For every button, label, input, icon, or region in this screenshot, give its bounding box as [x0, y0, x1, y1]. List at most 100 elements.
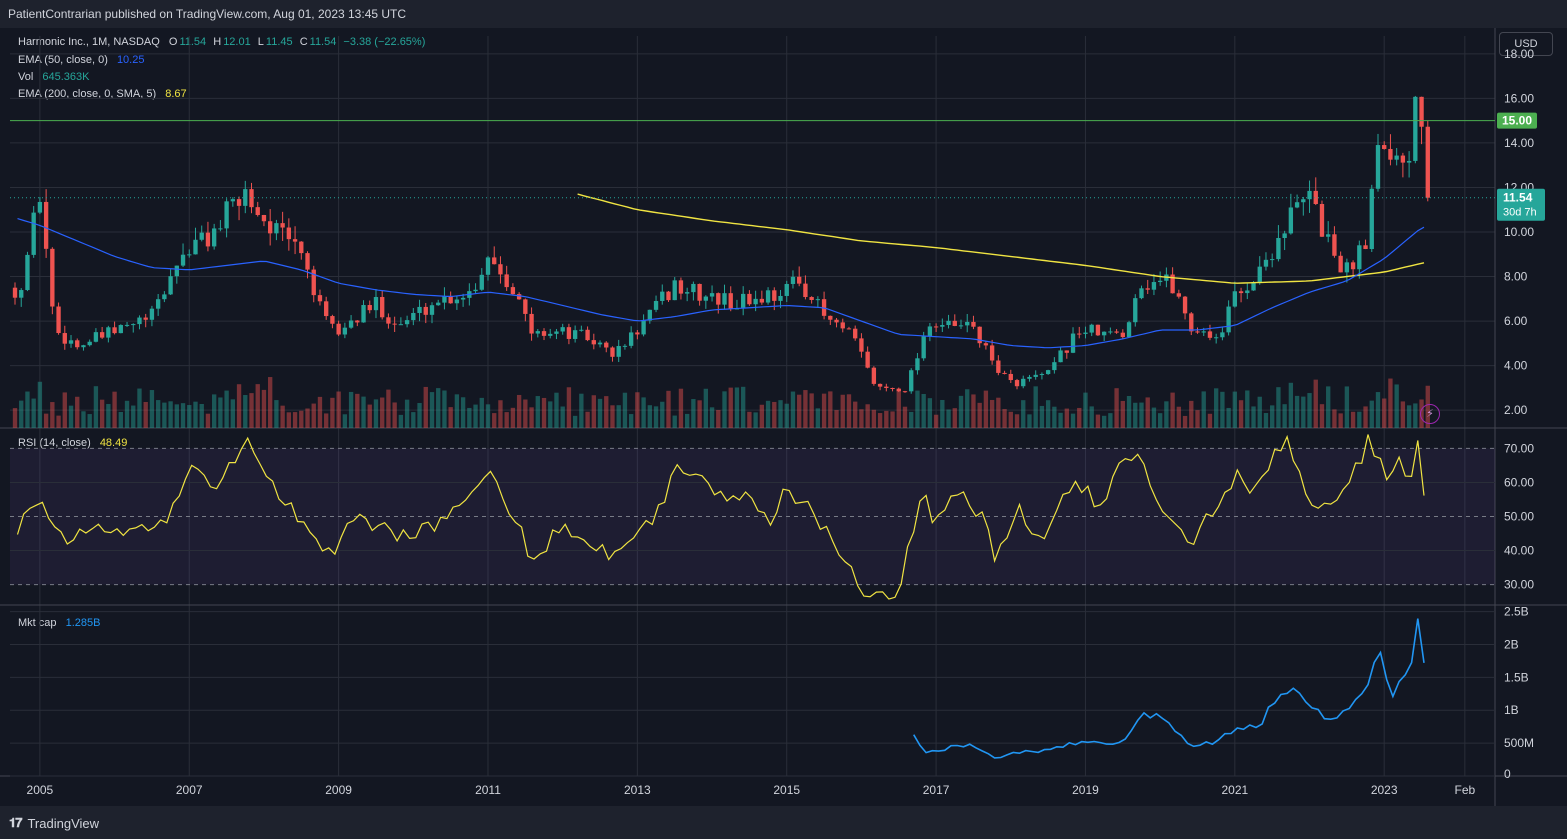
volume-bar	[516, 394, 522, 428]
volume-bar	[977, 402, 982, 428]
volume-bar	[211, 394, 217, 428]
candle-body	[149, 308, 155, 320]
candle-body	[1145, 288, 1150, 290]
candle-body	[112, 327, 117, 334]
x-tick-label: 2011	[475, 783, 501, 797]
candle-body	[871, 367, 877, 384]
candle-body	[1326, 234, 1331, 237]
candle-body	[846, 328, 852, 330]
candle-body	[1419, 96, 1424, 127]
candle-body	[840, 322, 845, 329]
volume-bar	[684, 413, 690, 428]
candle-body	[180, 254, 186, 266]
candle-body	[765, 290, 771, 303]
candle-body	[373, 297, 379, 311]
volume-bar	[772, 401, 777, 428]
candle-body	[211, 228, 217, 247]
volume-bar	[541, 397, 547, 428]
volume-bar	[1164, 401, 1169, 428]
candle-body	[516, 294, 522, 300]
volume-bar	[1319, 404, 1325, 428]
volume-bar	[118, 411, 123, 428]
volume-bar	[591, 395, 596, 428]
price-tick-label: 14.00	[1504, 136, 1534, 150]
volume-bar	[479, 397, 484, 428]
candle-body	[448, 296, 453, 304]
x-tick-label: 2007	[176, 783, 203, 797]
candle-body	[485, 257, 491, 275]
volume-bar	[56, 415, 61, 428]
candle-body	[361, 305, 366, 323]
volume-bars	[12, 377, 1430, 428]
candle-body	[131, 324, 136, 326]
price-tick-label: 18.00	[1504, 47, 1534, 61]
volume-bar	[616, 405, 621, 428]
candle-body	[915, 358, 920, 371]
volume-bar	[460, 397, 466, 428]
candle-body	[684, 292, 690, 294]
volume-bar	[560, 406, 565, 428]
candle-body	[641, 320, 646, 335]
candle-body	[155, 299, 161, 309]
volume-bar	[921, 393, 926, 428]
volume-bar	[137, 388, 142, 428]
volume-bar	[778, 400, 783, 428]
candle-body	[81, 345, 86, 348]
volume-bar	[1307, 393, 1312, 428]
volume-bar	[1101, 415, 1107, 428]
volume-bar	[1326, 386, 1331, 428]
volume-bar	[1058, 412, 1063, 428]
volume-bar	[162, 402, 167, 428]
candle-body	[429, 305, 435, 315]
volume-bar	[1214, 388, 1219, 428]
candle-body	[572, 330, 578, 339]
volume-bar	[647, 405, 652, 428]
x-tick-label: 2017	[923, 783, 950, 797]
level-tag-text: 15.00	[1502, 114, 1532, 128]
volume-bar	[709, 407, 715, 428]
lightning-icon[interactable]: ⚡	[1420, 404, 1440, 424]
volume-bar	[492, 413, 497, 428]
candle-body	[1126, 322, 1132, 338]
price-tick-label: 2.00	[1504, 403, 1528, 417]
tradingview-brand[interactable]: 𝟏𝟕 TradingView	[9, 815, 99, 831]
candle-body	[759, 298, 765, 303]
volume-bar	[155, 400, 161, 428]
volume-bar	[803, 390, 808, 428]
candle-body	[1058, 350, 1063, 363]
candle-body	[261, 214, 267, 222]
candle-body	[716, 293, 721, 305]
volume-bar	[236, 384, 242, 428]
volume-bar	[1394, 384, 1399, 428]
volume-bar	[429, 392, 435, 428]
candle-body	[678, 280, 684, 294]
chart-canvas[interactable]: 2005 2007 2009 2011 2013 2015 2017 2019 2021 2023…	[0, 0, 1567, 839]
candle-body	[118, 325, 123, 334]
candle-body	[1425, 126, 1430, 198]
volume-bar	[473, 404, 478, 428]
volume-bar	[909, 411, 914, 428]
candle-body	[1201, 331, 1206, 333]
volume-bar	[765, 400, 771, 428]
candle-body	[865, 351, 870, 368]
candle-body	[1375, 145, 1381, 189]
candle-body	[628, 332, 634, 346]
volume-bar	[660, 401, 665, 428]
volume-bar	[1288, 382, 1294, 428]
price-tags: 15.00 11.54 30d 7h	[1497, 112, 1545, 221]
volume-bar	[1245, 390, 1250, 428]
volume-bar	[877, 413, 883, 428]
candle-body	[143, 317, 148, 320]
volume-bar	[149, 390, 155, 428]
volume-bar	[1027, 414, 1032, 428]
candle-body	[124, 324, 130, 326]
volume-bar	[1294, 395, 1300, 428]
volume-bar	[1052, 406, 1057, 428]
volume-bar	[261, 389, 267, 428]
volume-bar	[37, 381, 43, 428]
volume-bar	[572, 415, 578, 428]
volume-bar	[691, 399, 696, 428]
volume-bar	[454, 394, 460, 428]
volume-bar	[797, 394, 802, 428]
candle-body	[1257, 266, 1262, 283]
